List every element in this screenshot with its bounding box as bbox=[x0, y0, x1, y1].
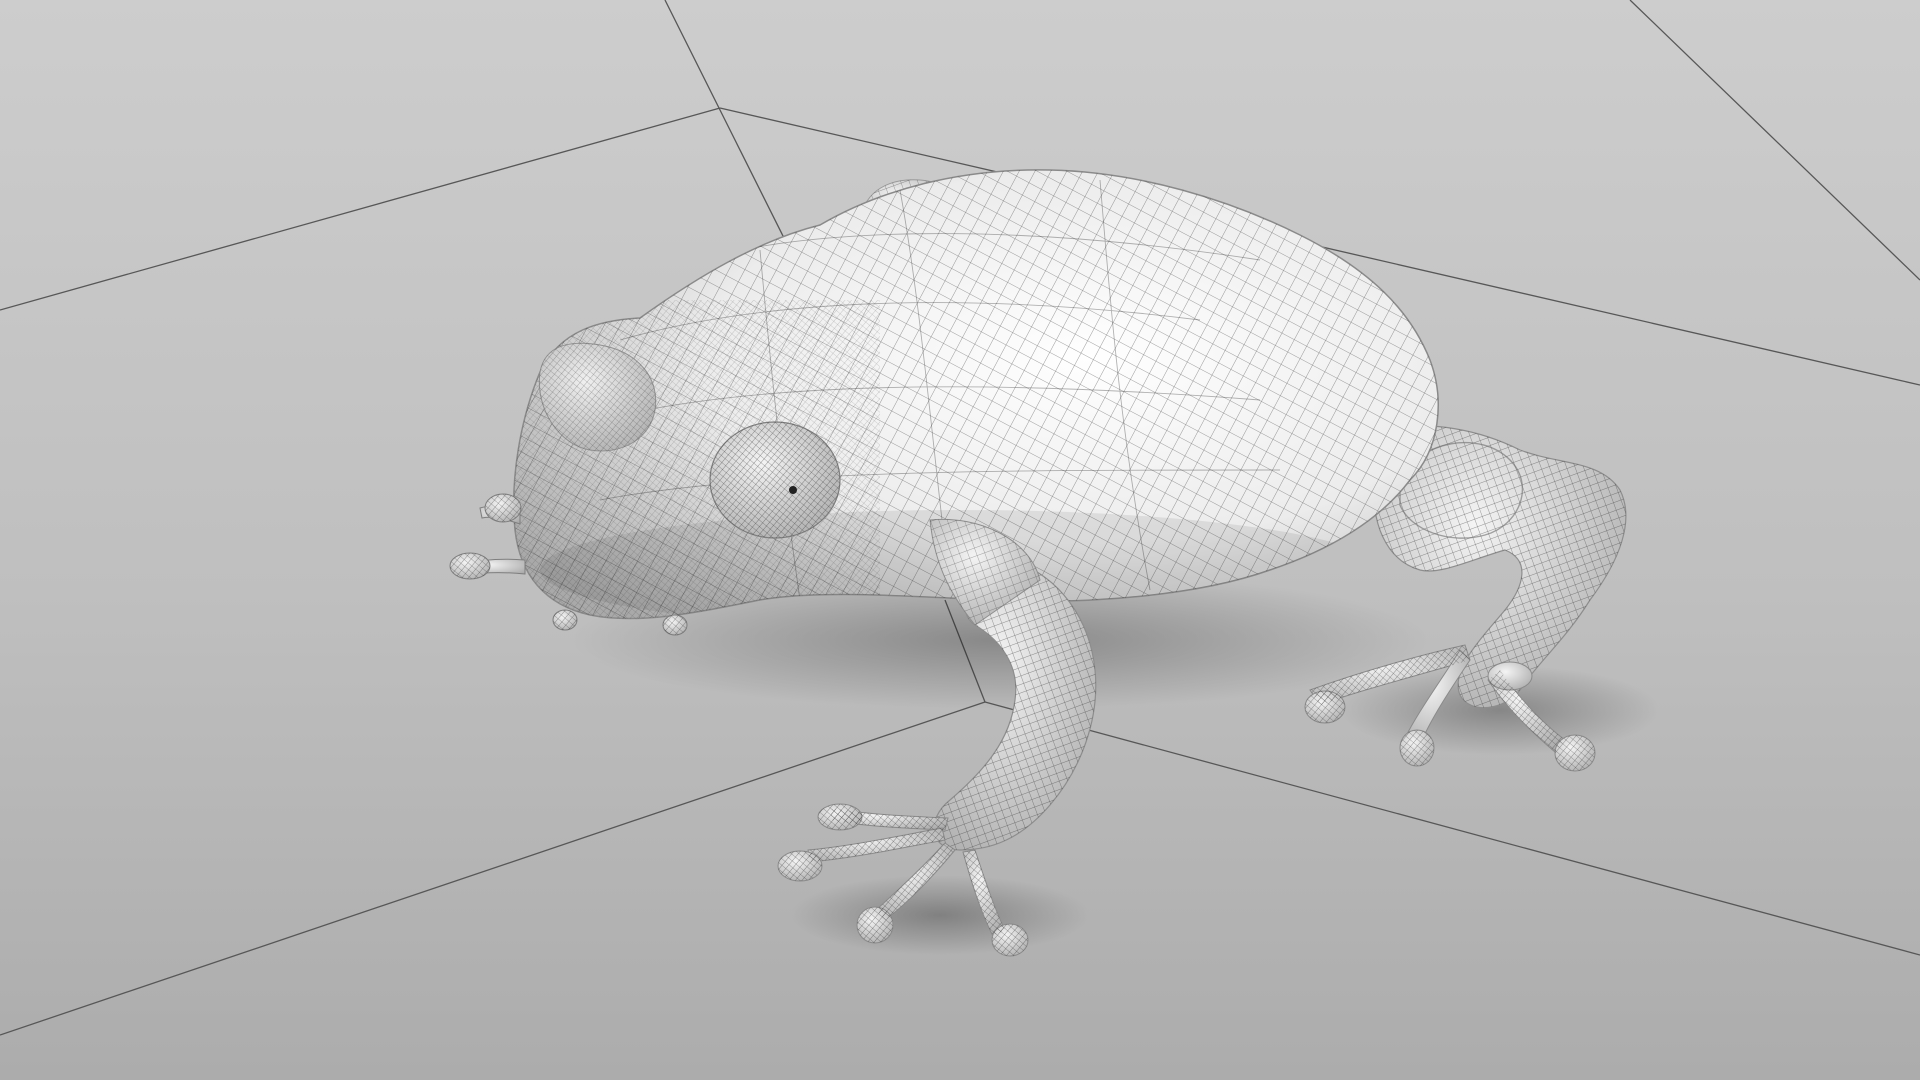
render-viewport bbox=[0, 0, 1920, 1080]
render-canvas bbox=[0, 0, 1920, 1080]
frog-eye bbox=[709, 421, 841, 539]
